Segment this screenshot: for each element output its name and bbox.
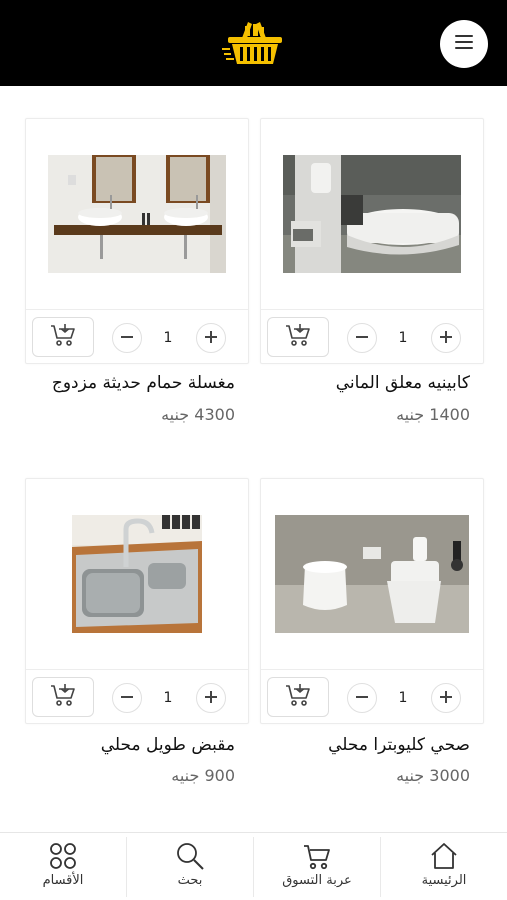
hamburger-menu-button[interactable] xyxy=(440,20,488,68)
quantity-input[interactable] xyxy=(148,683,188,713)
plus-icon xyxy=(439,329,453,348)
minus-icon xyxy=(120,329,134,348)
bottom-navigation: الرئيسية عربة التسوق بحث الأقسام xyxy=(0,832,507,900)
product-name[interactable]: مقبض طويل محلي xyxy=(11,735,235,755)
nav-divider xyxy=(126,837,127,897)
plus-icon xyxy=(204,689,218,708)
card-divider xyxy=(261,309,483,310)
minus-icon xyxy=(355,329,369,348)
product-card[interactable] xyxy=(260,118,484,364)
minus-icon xyxy=(355,689,369,708)
nav-item-label: عربة التسوق xyxy=(282,873,352,888)
nav-item-label: الرئيسية xyxy=(421,873,467,888)
increase-quantity-button[interactable] xyxy=(431,323,461,353)
card-divider xyxy=(261,669,483,670)
product-card[interactable] xyxy=(25,118,249,364)
double-sink-photo[interactable] xyxy=(48,155,226,273)
decrease-quantity-button[interactable] xyxy=(112,683,142,713)
nav-divider xyxy=(253,837,254,897)
add-to-cart-button[interactable] xyxy=(32,677,94,717)
hamburger-menu-icon xyxy=(454,34,474,54)
decrease-quantity-button[interactable] xyxy=(347,683,377,713)
cart-icon xyxy=(302,841,332,871)
plus-icon xyxy=(439,689,453,708)
nav-item-label: بحث xyxy=(177,873,203,888)
categories-icon xyxy=(48,841,78,871)
add-to-cart-icon xyxy=(50,683,76,711)
decrease-quantity-button[interactable] xyxy=(347,323,377,353)
nav-item-cart[interactable]: عربة التسوق xyxy=(254,833,380,900)
product-name[interactable]: مغسلة حمام حديثة مزدوج xyxy=(11,373,235,393)
bidet-toilet-photo[interactable] xyxy=(275,515,469,633)
product-name[interactable]: كابينيه معلق الماني xyxy=(246,373,470,393)
card-divider xyxy=(26,309,248,310)
quantity-input[interactable] xyxy=(383,683,423,713)
product-price: 3000 جنيه xyxy=(396,766,470,785)
nav-item-home[interactable]: الرئيسية xyxy=(381,833,507,900)
increase-quantity-button[interactable] xyxy=(196,323,226,353)
add-to-cart-icon xyxy=(285,683,311,711)
add-to-cart-icon xyxy=(285,323,311,351)
add-to-cart-button[interactable] xyxy=(267,677,329,717)
nav-item-search[interactable]: بحث xyxy=(127,833,253,900)
product-price: 1400 جنيه xyxy=(396,405,470,424)
quantity-input[interactable] xyxy=(383,323,423,353)
card-divider xyxy=(26,669,248,670)
shopping-basket-logo-icon[interactable] xyxy=(222,16,286,70)
product-card[interactable] xyxy=(260,478,484,724)
product-name[interactable]: صحي كليوبترا محلي xyxy=(246,735,470,755)
nav-divider xyxy=(380,837,381,897)
plus-icon xyxy=(204,329,218,348)
decrease-quantity-button[interactable] xyxy=(112,323,142,353)
product-card[interactable] xyxy=(25,478,249,724)
add-to-cart-button[interactable] xyxy=(32,317,94,357)
increase-quantity-button[interactable] xyxy=(431,683,461,713)
add-to-cart-button[interactable] xyxy=(267,317,329,357)
nav-item-categories[interactable]: الأقسام xyxy=(0,833,126,900)
minus-icon xyxy=(120,689,134,708)
product-price: 900 جنيه xyxy=(171,766,235,785)
add-to-cart-icon xyxy=(50,323,76,351)
product-price: 4300 جنيه xyxy=(161,405,235,424)
toilet-cabinet-photo[interactable] xyxy=(283,155,461,273)
top-header xyxy=(0,0,507,86)
quantity-input[interactable] xyxy=(148,323,188,353)
search-icon xyxy=(175,841,205,871)
increase-quantity-button[interactable] xyxy=(196,683,226,713)
kitchen-sink-photo[interactable] xyxy=(72,515,202,633)
nav-item-label: الأقسام xyxy=(42,873,84,888)
home-icon xyxy=(429,841,459,871)
